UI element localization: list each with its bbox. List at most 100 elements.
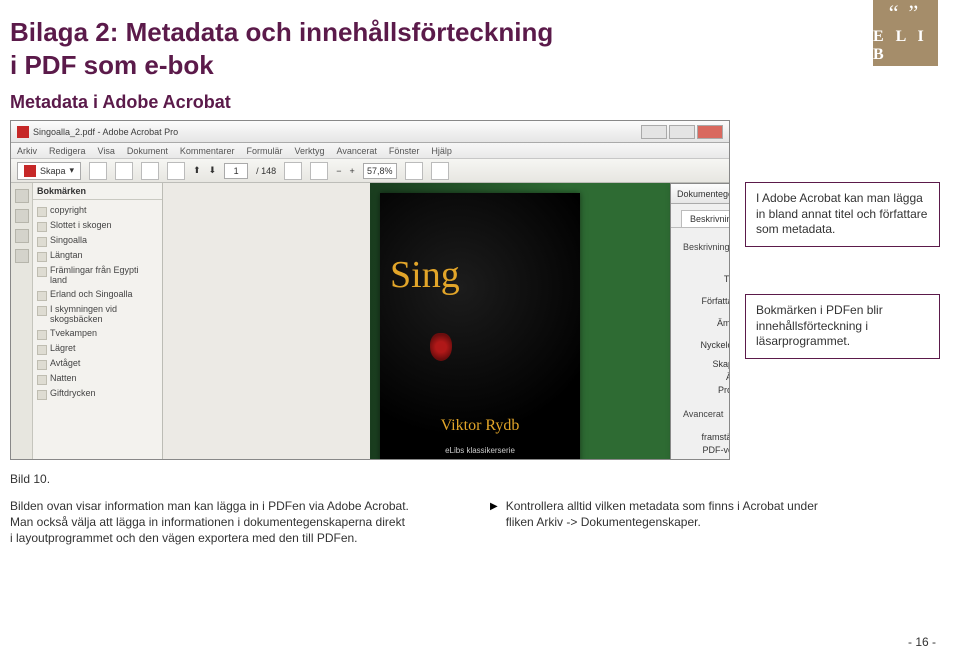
- dialog-tabs: Beskrivning Säkerhet Teckensnitt Inledan…: [671, 204, 729, 228]
- print-icon[interactable]: [141, 162, 159, 180]
- page-subtitle: Metadata i Adobe Acrobat: [10, 92, 231, 113]
- rose-icon: [430, 333, 452, 361]
- toolbar-button[interactable]: [115, 162, 133, 180]
- bookmark-item[interactable]: Längtan: [35, 249, 160, 264]
- title-line-1: Bilaga 2: Metadata och innehållsförteckn…: [10, 17, 553, 47]
- bookmarks-header: Bokmärken: [33, 183, 162, 200]
- quote-icons: “ ”: [889, 2, 923, 24]
- menu-hjalp[interactable]: Hjälp: [431, 146, 452, 156]
- menu-avancerat[interactable]: Avancerat: [336, 146, 376, 156]
- attachments-icon[interactable]: [15, 249, 29, 263]
- tab-beskrivning[interactable]: Beskrivning: [681, 210, 729, 227]
- sidebar-icon-strip: [11, 183, 33, 459]
- window-title-text: Singoalla_2.pdf - Adobe Acrobat Pro: [33, 127, 178, 137]
- plats-label: Placering:: [683, 458, 729, 459]
- title-line-2: i PDF som e-bok: [10, 50, 214, 80]
- dialog-titlebar: Dokumentegenskaper: [671, 184, 729, 204]
- pdf-icon: [24, 165, 36, 177]
- menu-formular[interactable]: Formulär: [246, 146, 282, 156]
- bookmark-item[interactable]: Erland och Singoalla: [35, 288, 160, 303]
- menu-visa[interactable]: Visa: [98, 146, 115, 156]
- bookmark-icon: [37, 252, 47, 262]
- bookmark-icon: [37, 375, 47, 385]
- bookmark-item[interactable]: Singoalla: [35, 234, 160, 249]
- bookmark-item[interactable]: Främlingar från Egypti land: [35, 264, 160, 288]
- toolbar: Skapa ▾ ⬆ ⬇ 1 / 148 − + 57,8%: [11, 159, 729, 183]
- bookmark-item[interactable]: Tvekampen: [35, 327, 160, 342]
- bookmark-icon: [37, 390, 47, 400]
- zoom-input[interactable]: 57,8%: [363, 163, 397, 179]
- page-number: - 16 -: [908, 635, 936, 649]
- page-number-input[interactable]: 1: [224, 163, 248, 179]
- menu-arkiv[interactable]: Arkiv: [17, 146, 37, 156]
- bookmark-item[interactable]: Lägret: [35, 342, 160, 357]
- page-down-icon[interactable]: ⬇: [209, 165, 217, 176]
- maximize-button[interactable]: [669, 125, 695, 139]
- bookmark-label: Singoalla: [50, 236, 87, 246]
- zoom-out-icon[interactable]: −: [336, 166, 341, 176]
- page-up-icon[interactable]: ⬆: [193, 165, 201, 176]
- zoom-in-icon[interactable]: +: [349, 166, 354, 176]
- minimize-button[interactable]: [641, 125, 667, 139]
- document-properties-dialog: Dokumentegenskaper Beskrivning Säkerhet …: [670, 183, 729, 459]
- bookmark-label: Lägret: [50, 344, 76, 354]
- section-avancerat: Avancerat: [683, 409, 729, 419]
- bookmark-item[interactable]: Giftdrycken: [35, 387, 160, 402]
- bookmark-item[interactable]: copyright: [35, 204, 160, 219]
- bookmark-icon: [37, 306, 47, 316]
- bookmark-icon: [37, 237, 47, 247]
- menu-kommentarer[interactable]: Kommentarer: [180, 146, 235, 156]
- document-view[interactable]: Sing Viktor Rydb eLibs klassikerserie Do…: [370, 183, 729, 459]
- window-controls[interactable]: [641, 125, 723, 139]
- description-right: ▶ Kontrollera alltid vilken metadata som…: [490, 498, 830, 530]
- bookmark-item[interactable]: Slottet i skogen: [35, 219, 160, 234]
- bookmark-icon: [37, 360, 47, 370]
- signatures-icon[interactable]: [15, 229, 29, 243]
- cover-title: Sing: [380, 253, 580, 297]
- forfattare-label: Författare:: [683, 296, 729, 306]
- bookmark-item[interactable]: Avtåget: [35, 357, 160, 372]
- pages-icon[interactable]: [15, 189, 29, 203]
- window-titlebar: Singoalla_2.pdf - Adobe Acrobat Pro: [11, 121, 729, 143]
- bookmark-item[interactable]: I skymningen vid skogsbäcken: [35, 303, 160, 327]
- toolbar-button[interactable]: [89, 162, 107, 180]
- pdf-icon: [17, 126, 29, 138]
- skapades-label: Skapades:: [683, 359, 729, 369]
- menu-dokument[interactable]: Dokument: [127, 146, 168, 156]
- menu-fonster[interactable]: Fönster: [389, 146, 420, 156]
- bookmark-item[interactable]: Natten: [35, 372, 160, 387]
- bookmarks-icon[interactable]: [15, 209, 29, 223]
- search-icon[interactable]: [431, 162, 449, 180]
- toolbar-button[interactable]: [405, 162, 423, 180]
- page-title: Bilaga 2: Metadata och innehållsförteckn…: [10, 16, 553, 81]
- hand-icon[interactable]: [310, 162, 328, 180]
- fil-label: Fil:: [683, 255, 729, 265]
- menu-verktyg[interactable]: Verktyg: [294, 146, 324, 156]
- chevron-down-icon: ▾: [70, 165, 75, 176]
- create-button[interactable]: Skapa ▾: [17, 162, 81, 180]
- menu-redigera[interactable]: Redigera: [49, 146, 86, 156]
- cover-author: Viktor Rydb: [380, 417, 580, 435]
- book-cover: Sing Viktor Rydb eLibs klassikerserie: [380, 193, 580, 459]
- titel-label: Titel:: [683, 274, 729, 284]
- elib-logo: “ ” E L I B: [873, 0, 938, 66]
- logo-text: E L I B: [873, 28, 938, 64]
- quote-open-icon: “: [889, 2, 903, 24]
- bookmark-label: Främlingar från Egypti land: [50, 266, 158, 286]
- bookmark-icon: [37, 207, 47, 217]
- menu-bar[interactable]: Arkiv Redigera Visa Dokument Kommentarer…: [11, 143, 729, 159]
- page-total: / 148: [256, 166, 276, 176]
- amne-label: Ämne:: [683, 318, 729, 328]
- arrow-icon: ▶: [490, 498, 498, 530]
- nyckelord-label: Nyckelord:: [683, 340, 729, 350]
- bookmark-label: Avtåget: [50, 359, 80, 369]
- close-button[interactable]: [697, 125, 723, 139]
- bookmark-icon: [37, 345, 47, 355]
- bookmark-label: Slottet i skogen: [50, 221, 112, 231]
- bookmark-label: I skymningen vid skogsbäcken: [50, 305, 158, 325]
- bookmark-icon: [37, 330, 47, 340]
- program-label: Program:: [683, 385, 729, 395]
- toolbar-button[interactable]: [284, 162, 302, 180]
- dialog-title: Dokumentegenskaper: [677, 189, 729, 199]
- email-icon[interactable]: [167, 162, 185, 180]
